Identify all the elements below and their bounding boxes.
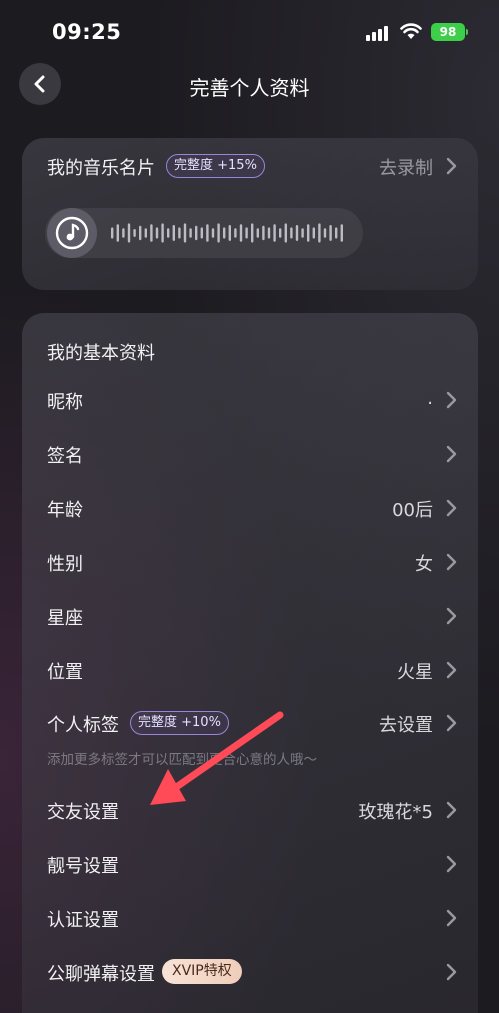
waveform-bar: [262, 225, 265, 241]
music-card-title: 我的音乐名片: [47, 158, 155, 179]
waveform-bar: [239, 224, 243, 242]
waveform-bar: [111, 227, 114, 239]
tags-value: 去设置: [379, 715, 433, 736]
basic-info-title: 我的基本资料: [47, 343, 155, 364]
waveform-bar: [122, 228, 125, 238]
verify-settings-row[interactable]: 认证设置: [22, 903, 478, 933]
chevron-right-icon: [446, 157, 457, 175]
chevron-right-icon: [446, 607, 457, 625]
annotation-arrow-icon: [150, 711, 284, 805]
tags-label: 个人标签: [47, 715, 119, 736]
xvip-badge: XVIP特权: [162, 959, 242, 984]
chevron-right-icon: [446, 661, 457, 679]
voice-waveform: [111, 223, 343, 243]
waveform-bar: [116, 224, 119, 242]
voice-player[interactable]: [45, 208, 363, 258]
waveform-bar: [167, 228, 170, 238]
music-completion-badge: 完整度 +15%: [166, 154, 265, 178]
nickname-label: 昵称: [47, 392, 83, 413]
waveform-bar: [228, 225, 231, 241]
friend-settings-value: 玫瑰花*5: [358, 802, 433, 823]
waveform-bar: [290, 227, 293, 239]
chevron-right-icon: [446, 714, 457, 732]
page-title: 完善个人资料: [189, 76, 310, 100]
nickname-row[interactable]: 昵称 .: [22, 385, 478, 415]
waveform-bar: [295, 225, 299, 241]
battery-tip: [466, 29, 468, 35]
music-disc-icon[interactable]: [47, 208, 97, 258]
age-label: 年龄: [47, 500, 83, 521]
waveform-bar: [195, 225, 198, 241]
chevron-right-icon: [446, 445, 457, 463]
record-action[interactable]: 去录制: [379, 154, 433, 180]
waveform-bar: [189, 228, 192, 238]
waveform-bar: [335, 227, 338, 239]
danmaku-settings-label: 公聊弹幕设置: [47, 964, 155, 985]
waveform-bar: [200, 227, 203, 239]
waveform-bar: [217, 223, 220, 243]
waveform-bar: [323, 228, 327, 238]
chevron-right-icon: [446, 801, 457, 819]
music-card: 我的音乐名片 完整度 +15% 去录制: [22, 138, 478, 290]
waveform-bar: [340, 224, 343, 242]
waveform-bar: [284, 223, 287, 243]
gender-value: 女: [415, 554, 433, 575]
waveform-bar: [161, 223, 164, 243]
waveform-bar: [234, 228, 237, 238]
waveform-bar: [307, 224, 310, 242]
status-time: 09:25: [52, 20, 122, 44]
waveform-bar: [133, 229, 136, 237]
waveform-bar: [223, 227, 226, 239]
waveform-bar: [178, 227, 181, 239]
basic-info-card: 我的基本资料 昵称 . 签名 年龄 00后 性别 女 星座 位置 火星 个人标签…: [22, 313, 478, 1013]
battery-icon: 98: [431, 23, 465, 41]
waveform-bar: [206, 224, 209, 242]
waveform-bar: [155, 227, 159, 239]
waveform-bar: [139, 225, 142, 241]
waveform-bar: [127, 223, 131, 243]
age-row[interactable]: 年龄 00后: [22, 493, 478, 523]
location-value: 火星: [397, 662, 433, 683]
chevron-right-icon: [446, 391, 457, 409]
gender-row[interactable]: 性别 女: [22, 547, 478, 577]
age-value: 00后: [392, 500, 433, 521]
status-bar: 09:25 98: [0, 0, 499, 64]
zodiac-row[interactable]: 星座: [22, 601, 478, 631]
waveform-bar: [150, 224, 153, 242]
verify-settings-label: 认证设置: [47, 910, 119, 931]
waveform-bar: [329, 225, 332, 241]
waveform-bar: [279, 228, 282, 238]
waveform-bar: [211, 228, 215, 238]
music-card-row[interactable]: 我的音乐名片 完整度 +15% 去录制: [22, 151, 478, 181]
waveform-bar: [256, 228, 259, 238]
waveform-bar: [183, 223, 187, 243]
danmaku-settings-row[interactable]: 公聊弹幕设置 XVIP特权: [22, 957, 478, 987]
pretty-id-label: 靓号设置: [47, 856, 119, 877]
waveform-bar: [273, 224, 276, 242]
waveform-bar: [245, 227, 248, 239]
waveform-bar: [267, 227, 271, 239]
signature-label: 签名: [47, 446, 83, 467]
cellular-signal-icon: [366, 25, 392, 41]
waveform-bar: [251, 223, 254, 243]
pretty-id-row[interactable]: 靓号设置: [22, 849, 478, 879]
chevron-right-icon: [446, 909, 457, 927]
chevron-right-icon: [446, 963, 457, 981]
waveform-bar: [318, 223, 321, 243]
nickname-value: .: [427, 388, 433, 409]
signature-row[interactable]: 签名: [22, 439, 478, 469]
location-label: 位置: [47, 662, 83, 683]
waveform-bar: [301, 228, 304, 238]
chevron-right-icon: [446, 553, 457, 571]
waveform-bar: [172, 225, 175, 241]
chevron-right-icon: [446, 855, 457, 873]
waveform-bar: [144, 228, 147, 238]
waveform-bar: [312, 227, 315, 239]
chevron-right-icon: [446, 499, 457, 517]
wifi-icon: [400, 23, 422, 39]
friend-settings-label: 交友设置: [47, 802, 119, 823]
location-row[interactable]: 位置 火星: [22, 655, 478, 685]
gender-label: 性别: [47, 554, 83, 575]
zodiac-label: 星座: [47, 608, 83, 629]
